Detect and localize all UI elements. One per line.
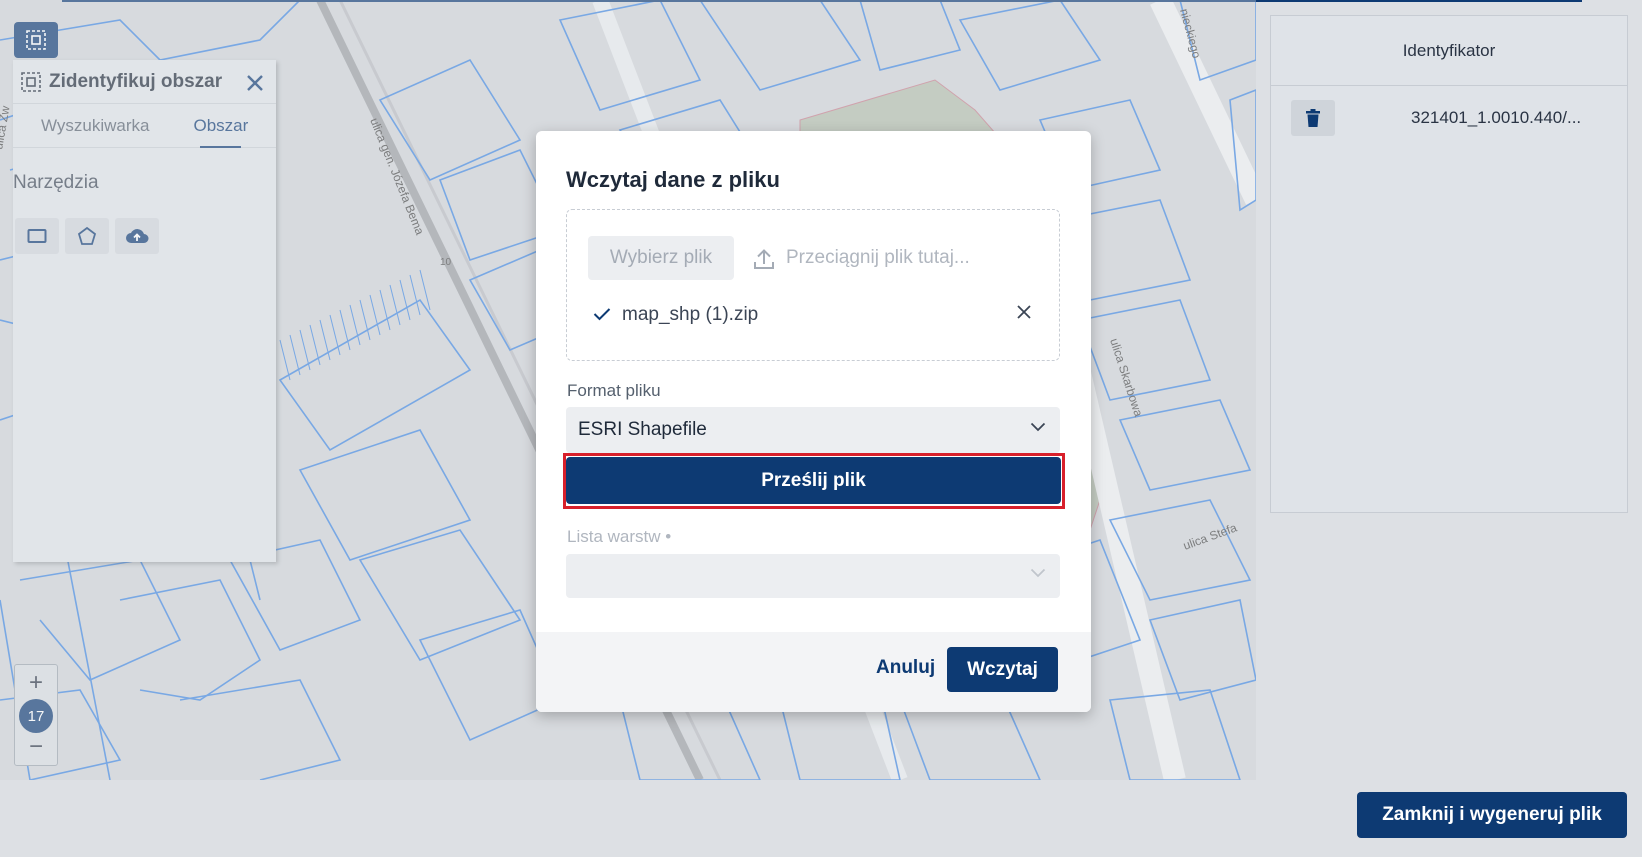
format-select-value: ESRI Shapefile — [578, 419, 707, 440]
table-row: 321401_1.0010.440/... — [1271, 86, 1627, 150]
layers-label: Lista warstw • — [567, 527, 672, 546]
cancel-button[interactable]: Anuluj — [876, 657, 935, 679]
chevron-down-icon — [1030, 422, 1046, 432]
remove-file-icon[interactable] — [1017, 305, 1031, 319]
format-label: Format pliku — [567, 381, 661, 400]
load-button[interactable]: Wczytaj — [947, 647, 1058, 692]
check-icon — [593, 308, 611, 321]
results-panel: Identyfikator 321401_1.0010.440/... — [1270, 15, 1628, 513]
trash-icon — [1306, 109, 1320, 127]
chevron-down-icon — [1030, 568, 1046, 578]
choose-file-button[interactable]: Wybierz plik — [588, 236, 734, 280]
identifier-column-header: Identyfikator — [1271, 16, 1627, 86]
file-dropzone[interactable]: Wybierz plik Przeciągnij plik tutaj... m… — [566, 209, 1060, 361]
upload-icon — [754, 249, 774, 269]
dialog-title: Wczytaj dane z pliku — [566, 167, 780, 192]
dialog-footer: Anuluj Wczytaj — [536, 632, 1091, 712]
close-and-generate-button[interactable]: Zamknij i wygeneruj plik — [1357, 792, 1627, 838]
identifier-cell: 321401_1.0010.440/... — [1411, 108, 1582, 127]
uploaded-file-name: map_shp (1).zip — [622, 304, 759, 325]
drop-hint-text: Przeciągnij plik tutaj... — [786, 247, 970, 268]
format-select[interactable]: ESRI Shapefile — [566, 407, 1060, 453]
load-file-dialog: Wczytaj dane z pliku Wybierz plik Przeci… — [536, 131, 1091, 712]
layers-select[interactable] — [566, 554, 1060, 598]
upload-file-submit-button[interactable]: Prześlij plik — [566, 457, 1061, 504]
delete-row-button[interactable] — [1291, 100, 1335, 136]
